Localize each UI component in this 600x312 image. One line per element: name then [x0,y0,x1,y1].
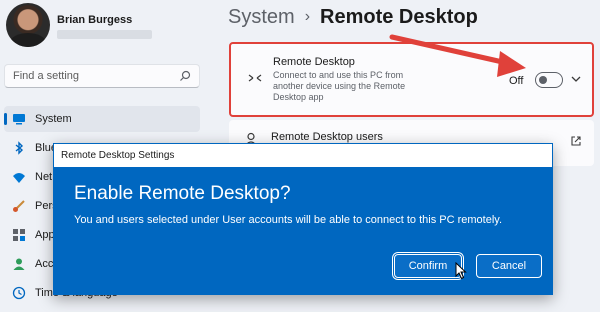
user-email-redacted [57,30,152,39]
person-icon [13,258,25,270]
search-input[interactable]: Find a setting [4,64,200,88]
toggle-knob [539,76,547,84]
setting-title: Remote Desktop [273,56,355,68]
globe-clock-icon [12,286,26,300]
sidebar-item-system[interactable]: System [4,106,200,132]
breadcrumb-system[interactable]: System [228,6,295,28]
user-name: Brian Burgess [57,14,133,26]
confirm-button[interactable]: Confirm [394,254,462,278]
remote-desktop-setting-card[interactable]: Remote Desktop Connect to and use this P… [229,42,594,117]
page-title-text: Remote Desktop [320,6,478,28]
toggle-state-label: Off [509,75,524,87]
monitor-icon [13,114,25,125]
page-title: System › Remote Desktop [228,6,478,29]
dialog-heading: Enable Remote Desktop? [74,183,291,204]
bluetooth-icon [15,141,24,155]
avatar[interactable] [6,3,50,47]
mouse-cursor-icon [455,262,467,280]
chevron-down-icon[interactable] [571,75,581,83]
search-placeholder: Find a setting [13,70,80,82]
breadcrumb-separator: › [304,8,311,25]
active-indicator [4,113,7,125]
dialog-message: You and users selected under User accoun… [74,214,503,226]
sidebar-item-label: Net [35,171,53,183]
apps-icon [13,229,25,241]
sidebar-item-label: System [35,113,72,125]
search-icon [180,70,191,81]
remote-desktop-toggle[interactable] [535,72,563,88]
users-card-title: Remote Desktop users [271,131,383,143]
remote-desktop-settings-dialog: Remote Desktop Settings Enable Remote De… [53,143,553,295]
cancel-button[interactable]: Cancel [476,254,542,278]
wifi-icon [13,173,25,183]
sidebar-item-label: Acc [35,258,54,270]
dialog-titlebar[interactable]: Remote Desktop Settings [54,144,552,167]
dialog-window-title: Remote Desktop Settings [61,150,175,161]
remote-desktop-icon [248,74,262,82]
open-external-icon[interactable] [570,135,582,147]
setting-description: Connect to and use this PC from another … [273,70,406,102]
sidebar-item-label: App [35,229,55,241]
brush-icon [13,200,25,212]
